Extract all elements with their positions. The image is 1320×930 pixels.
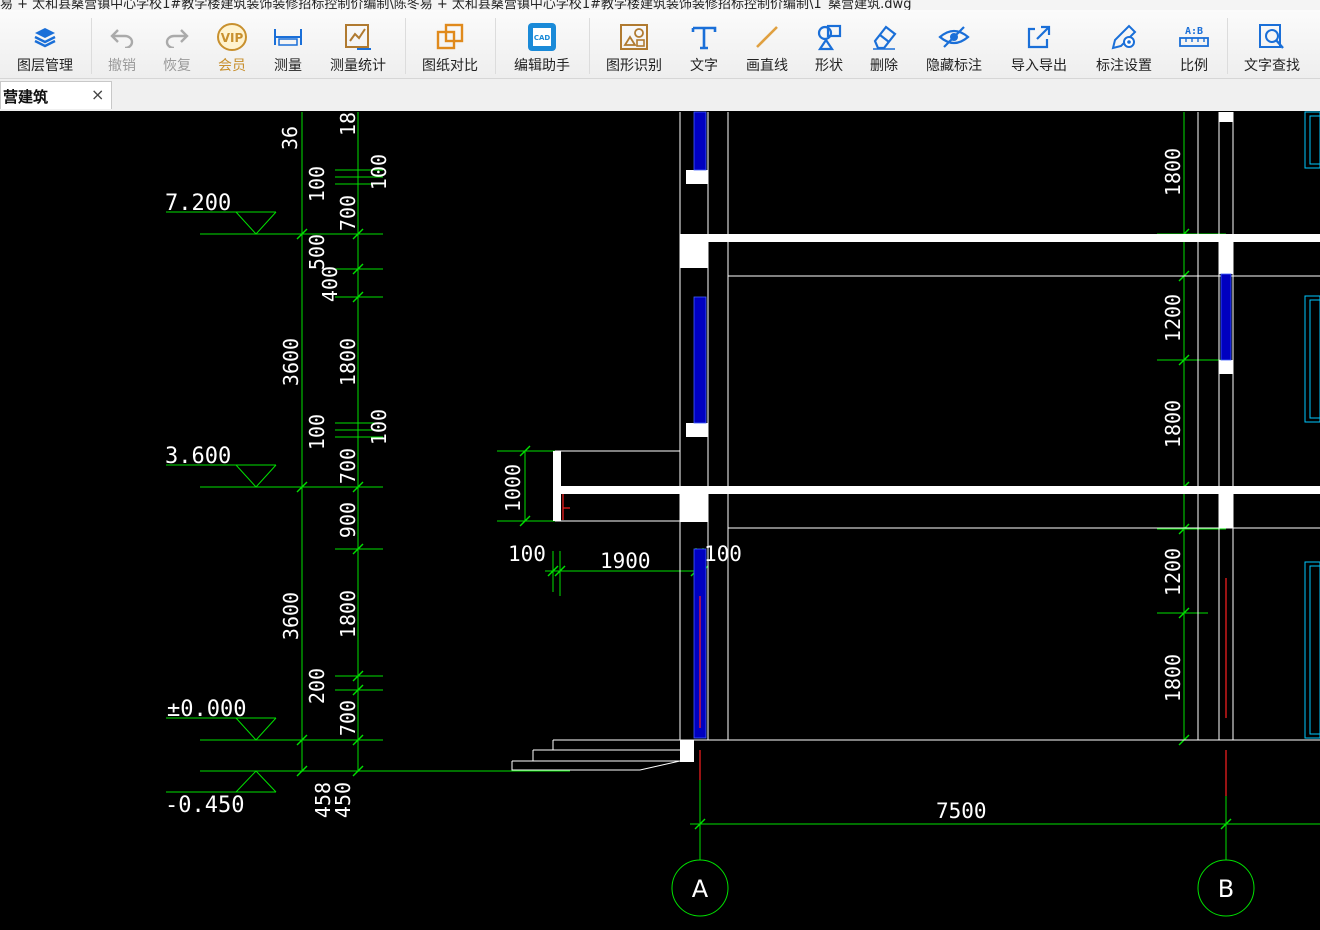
toolbar-separator [589,18,590,74]
drawing-compare-button[interactable]: 图纸对比 [414,10,486,78]
elevation-label: 3.600 [165,444,231,469]
svg-text:100: 100 [508,542,546,566]
toolbar-separator [91,18,92,74]
svg-text:700: 700 [336,448,360,484]
delete-button[interactable]: 删除 [862,10,906,78]
cad-edit-icon: CAD [526,22,558,52]
line-icon [751,22,783,52]
toolbar-separator [405,18,406,74]
svg-text:900: 900 [336,502,360,538]
shape-button[interactable]: 形状 [807,10,851,78]
svg-text:1200: 1200 [1161,294,1185,342]
svg-text:1800: 1800 [336,338,360,386]
text-button[interactable]: 文字 [682,10,726,78]
svg-text:18: 18 [336,112,360,136]
toolbar-separator [495,18,496,74]
svg-text:36: 36 [278,126,302,150]
measure-button[interactable]: 测量 [266,10,310,78]
svg-text:700: 700 [336,700,360,736]
text-icon [688,22,720,52]
cad-drawing-canvas[interactable]: 7.200 3.600 ±0.000 -0.450 36 100 500 360… [0,111,1320,926]
elevation-label: 7.200 [165,191,231,216]
toolbar-separator [1227,18,1228,74]
undo-icon [106,22,138,52]
svg-text:200: 200 [305,668,329,704]
layers-icon [29,22,61,52]
draw-line-button[interactable]: 画直线 [738,10,796,78]
measure-stats-icon [342,22,374,52]
svg-text:100: 100 [704,542,742,566]
svg-text:3600: 3600 [279,338,303,386]
elevation-label: -0.450 [165,793,244,818]
measure-stats-button[interactable]: 测量统计 [322,10,394,78]
compare-icon [434,22,466,52]
tab-drawing[interactable]: 营建筑 × [0,81,112,109]
scale-icon: A:B [1178,22,1210,52]
elevation-label: ±0.000 [167,697,246,722]
vip-icon: VIP [216,22,248,52]
svg-text:VIP: VIP [221,31,244,45]
shape-icon [813,22,845,52]
vip-member-button[interactable]: VIP 会员 [210,10,254,78]
main-toolbar: 图层管理 撤销 恢复 VIP 会员 测量 测量统计 图纸对比 CAD 编辑助手 … [0,10,1320,79]
redo-button[interactable]: 恢复 [155,10,199,78]
document-tab-bar: 营建筑 × [0,79,1320,112]
svg-text:700: 700 [336,195,360,231]
shape-recognize-button[interactable]: 图形识别 [598,10,670,78]
svg-text:400: 400 [318,266,342,302]
svg-text:450: 450 [331,782,355,818]
undo-button[interactable]: 撤销 [100,10,144,78]
svg-text:CAD: CAD [534,34,551,42]
svg-text:1800: 1800 [1161,400,1185,448]
svg-text:A:B: A:B [1185,26,1203,37]
annotation-settings-button[interactable]: 标注设置 [1088,10,1160,78]
svg-text:1200: 1200 [1161,548,1185,596]
import-export-icon [1023,22,1055,52]
svg-text:100: 100 [367,409,391,445]
layer-manager-button[interactable]: 图层管理 [8,10,82,78]
svg-text:1900: 1900 [600,549,651,573]
window-title-bar: 易 + 太和县桑营镇中心学校1#教学楼建筑装饰装修招标控制价编制\陈冬易 + 太… [0,0,1320,10]
svg-text:3600: 3600 [279,592,303,640]
close-icon[interactable]: × [91,85,104,104]
shape-recognize-icon [618,22,650,52]
import-export-button[interactable]: 导入导出 [1003,10,1075,78]
window-title: 易 + 太和县桑营镇中心学校1#教学楼建筑装饰装修招标控制价编制\陈冬易 + 太… [0,0,912,10]
scale-button[interactable]: A:B 比例 [1172,10,1216,78]
edit-assistant-button[interactable]: CAD 编辑助手 [504,10,580,78]
svg-text:1800: 1800 [1161,654,1185,702]
annotation-settings-icon [1108,22,1140,52]
axis-label-b: B [1218,875,1234,903]
ruler-icon [272,22,304,52]
svg-text:1800: 1800 [336,590,360,638]
axis-label-a: A [692,875,709,903]
svg-text:7500: 7500 [936,799,987,823]
redo-icon [161,22,193,52]
svg-text:100: 100 [367,154,391,190]
eye-hide-icon [938,22,970,52]
svg-text:500: 500 [305,234,329,270]
svg-text:100: 100 [305,414,329,450]
svg-text:1000: 1000 [501,464,525,512]
eraser-icon [868,22,900,52]
svg-text:100: 100 [305,166,329,202]
text-search-button[interactable]: 文字查找 [1236,10,1308,78]
hide-annotation-button[interactable]: 隐藏标注 [918,10,990,78]
svg-text:1800: 1800 [1161,148,1185,196]
text-search-icon [1256,22,1288,52]
